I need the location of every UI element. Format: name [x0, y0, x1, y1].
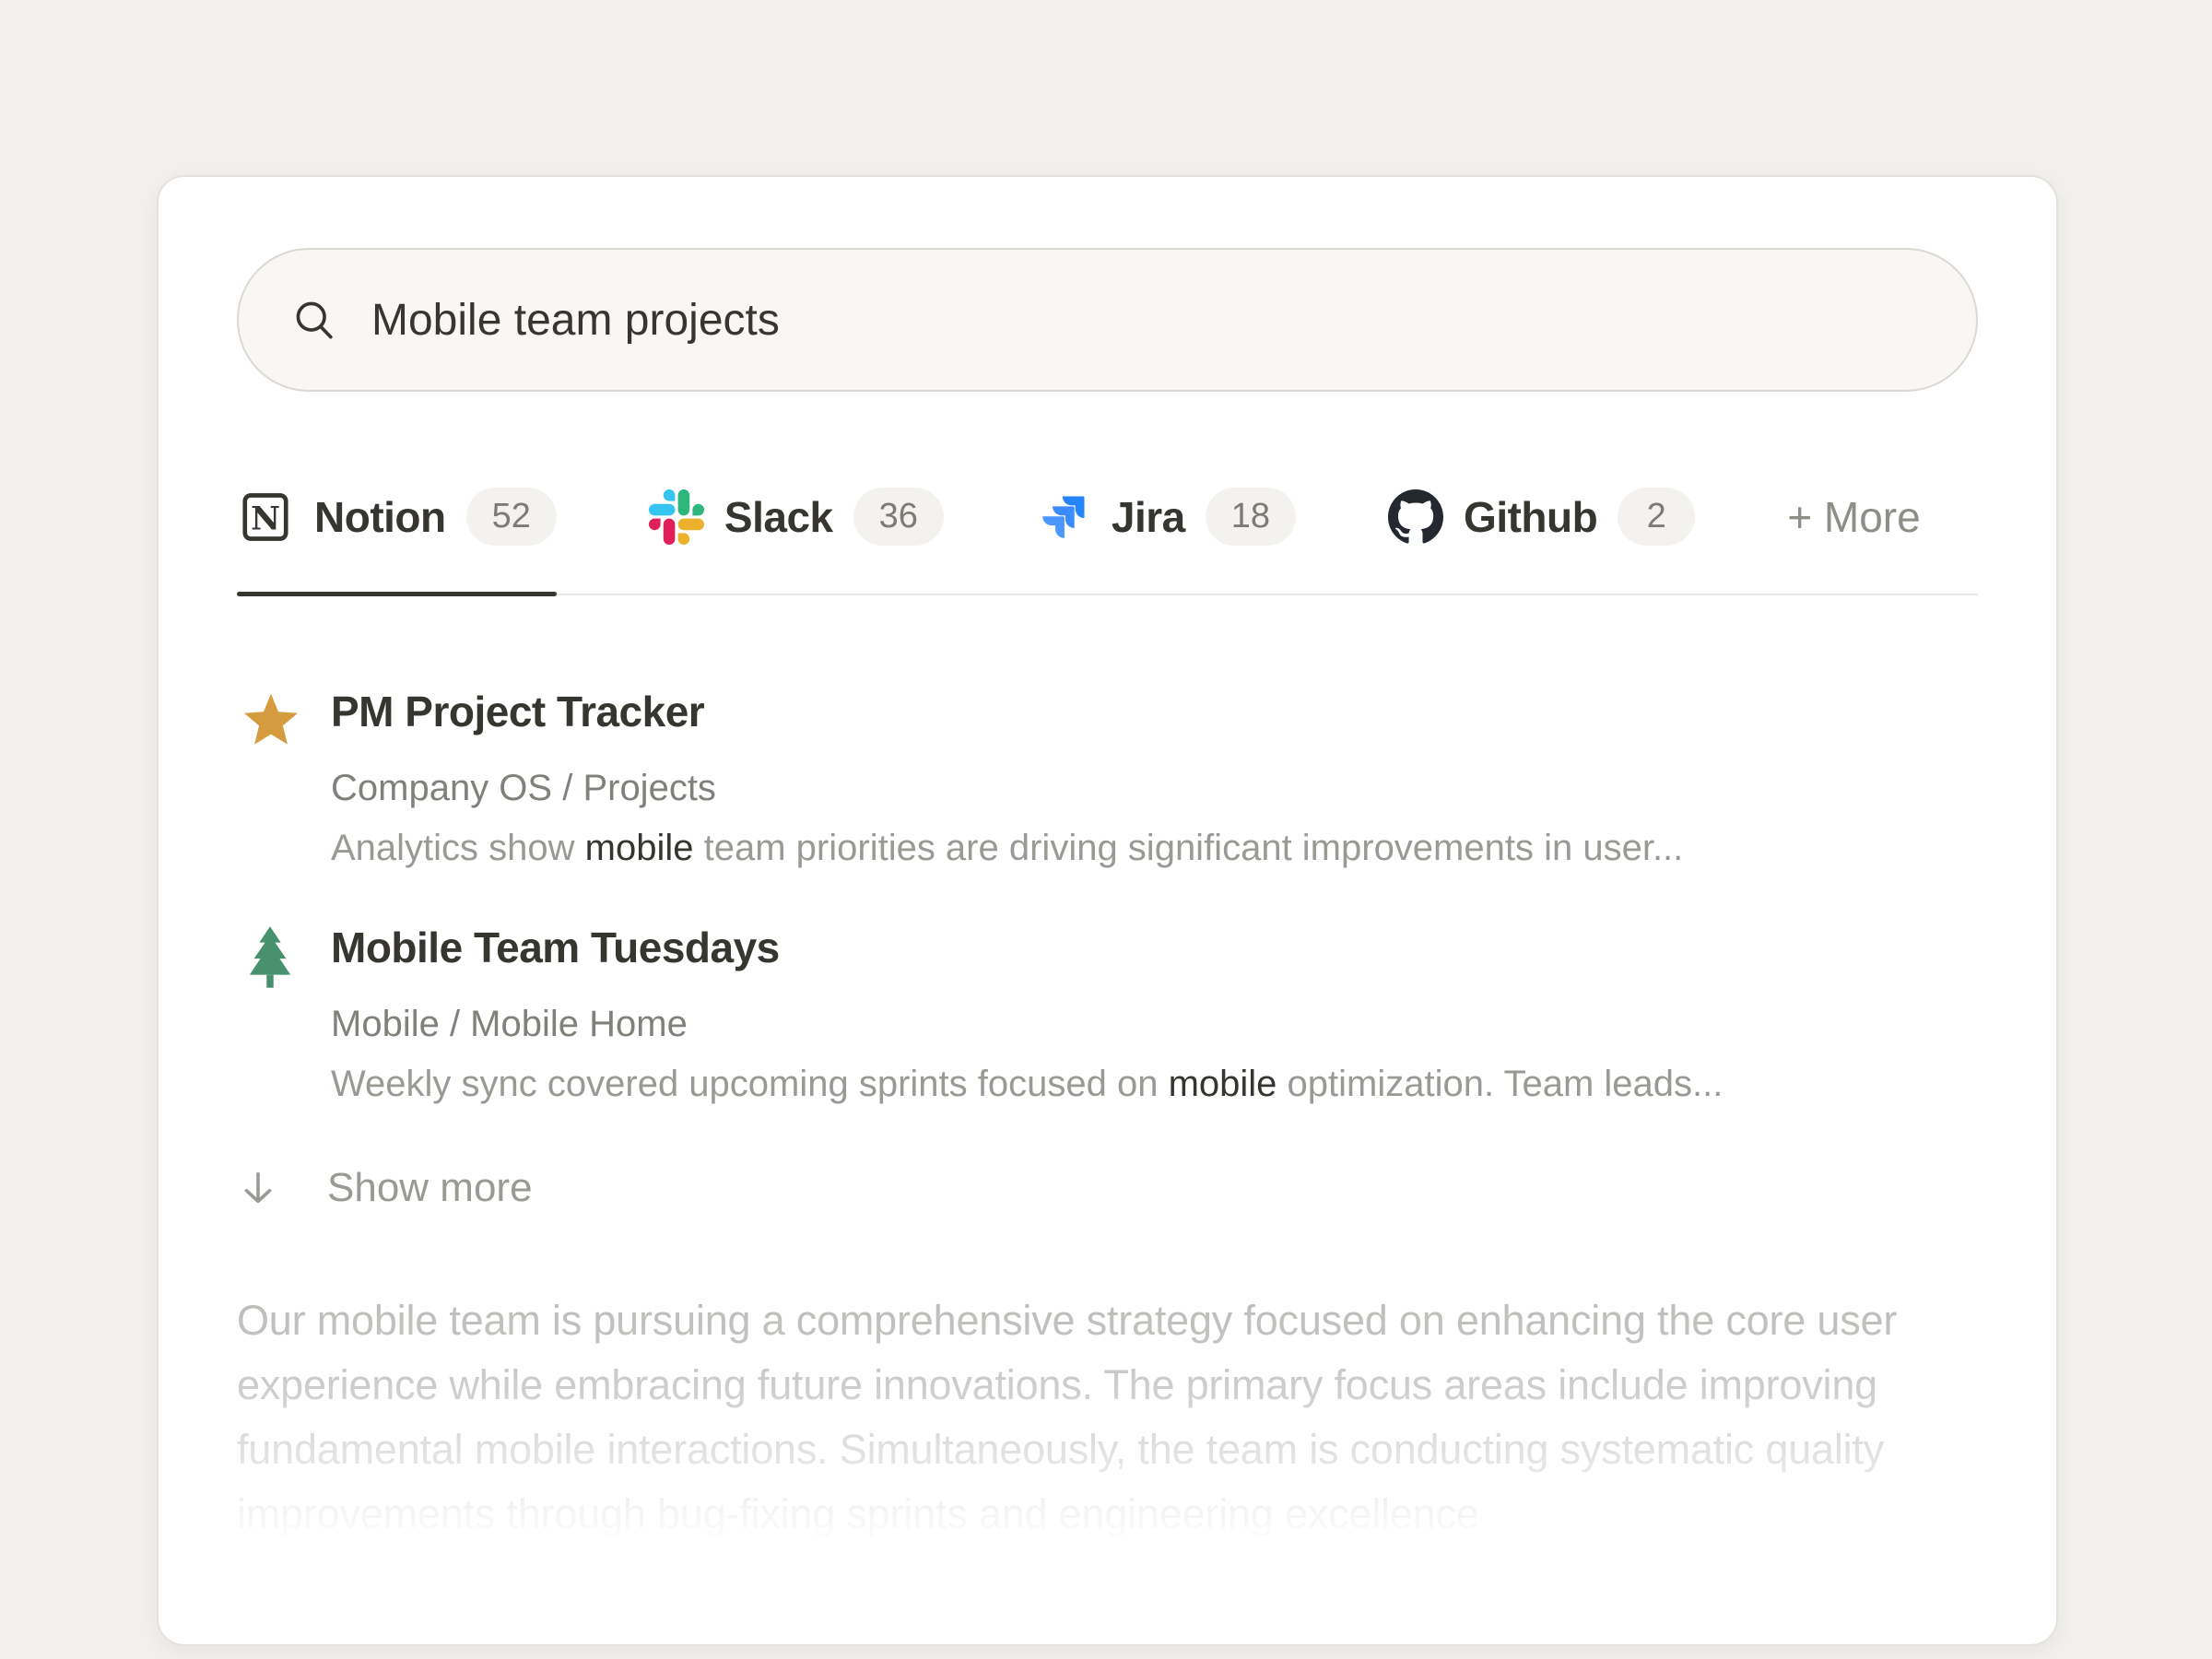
jira-icon	[1036, 489, 1091, 545]
result-breadcrumb: Mobile / Mobile Home	[331, 1003, 1978, 1045]
search-results-card: N Notion 52 Slack 36	[157, 175, 2058, 1646]
result-breadcrumb: Company OS / Projects	[331, 767, 1978, 809]
tab-label: Slack	[724, 492, 833, 542]
tab-more[interactable]: + More	[1787, 492, 1920, 590]
tab-jira[interactable]: Jira 18	[1036, 488, 1296, 594]
notion-icon: N	[237, 488, 294, 546]
svg-text:N: N	[251, 500, 280, 537]
result-snippet: Analytics show mobile team priorities ar…	[331, 826, 1978, 870]
result-title[interactable]: Mobile Team Tuesdays	[331, 922, 1978, 973]
tab-label: Github	[1464, 492, 1597, 542]
search-input[interactable]	[371, 295, 1924, 346]
snippet-highlight: mobile	[585, 828, 694, 868]
tab-github[interactable]: Github 2	[1388, 488, 1695, 594]
summary-paragraph: Our mobile team is pursuing a comprehens…	[237, 1288, 1978, 1547]
arrow-down-icon	[237, 1167, 279, 1209]
snippet-highlight: mobile	[1169, 1064, 1277, 1104]
tab-count-badge: 2	[1618, 488, 1695, 546]
source-tabs: N Notion 52 Slack 36	[237, 488, 1978, 595]
result-snippet: Weekly sync covered upcoming sprints foc…	[331, 1062, 1978, 1106]
tab-slack[interactable]: Slack 36	[649, 488, 944, 594]
tab-count-badge: 36	[853, 488, 944, 546]
tab-label: Jira	[1112, 492, 1185, 542]
results-list: PM Project Tracker Company OS / Projects…	[237, 686, 1978, 1547]
search-icon	[290, 296, 338, 344]
show-more-button[interactable]: Show more	[237, 1165, 1978, 1211]
show-more-label: Show more	[327, 1165, 533, 1211]
github-icon	[1388, 489, 1443, 545]
tab-label: Notion	[314, 492, 446, 542]
result-item[interactable]: Mobile Team Tuesdays Mobile / Mobile Hom…	[237, 922, 1978, 1106]
tab-notion[interactable]: N Notion 52	[237, 488, 557, 594]
evergreen-tree-icon	[244, 924, 307, 992]
tab-count-badge: 52	[466, 488, 557, 546]
tab-count-badge: 18	[1206, 488, 1296, 546]
slack-icon	[649, 489, 704, 545]
result-title[interactable]: PM Project Tracker	[331, 686, 1978, 737]
star-icon	[237, 688, 307, 756]
search-bar[interactable]	[237, 248, 1978, 392]
result-item[interactable]: PM Project Tracker Company OS / Projects…	[237, 686, 1978, 870]
